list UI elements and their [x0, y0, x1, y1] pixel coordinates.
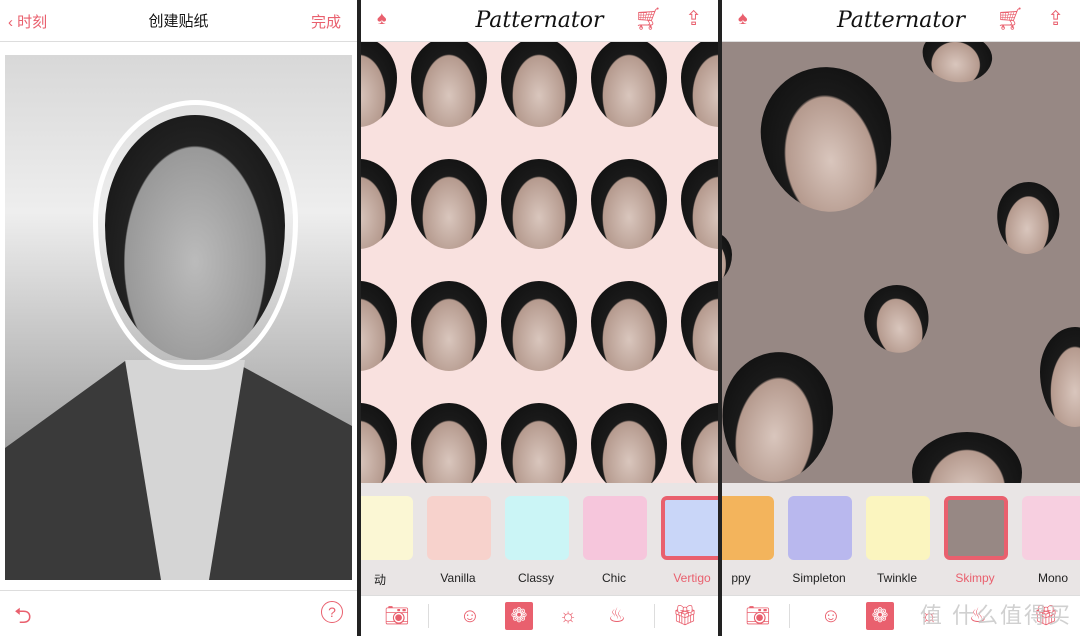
face-sticker [857, 277, 937, 361]
face-sticker [722, 344, 841, 483]
back-label: 时刻 [17, 14, 48, 31]
help-button[interactable]: ? [321, 601, 343, 623]
done-button[interactable]: 完成 [311, 11, 341, 32]
face-sticker [361, 403, 397, 483]
smiley-icon[interactable]: ☺ [817, 602, 845, 630]
pattern-swatch[interactable] [788, 496, 852, 560]
pattern-label[interactable]: Vertigo [647, 571, 718, 585]
share-icon[interactable]: ⇪ [685, 6, 702, 31]
divider [428, 604, 429, 628]
pattern-label[interactable]: Twinkle [852, 571, 942, 585]
app-logo: Patternator [475, 8, 604, 33]
toolbar: 📷︎ ☺ ❁ ☼ ♨ 🎁︎ 值 什么值得买 [722, 595, 1080, 636]
cart-icon[interactable]: 🛒︎ [996, 6, 1024, 32]
bottom-bar: ⮌ ? [0, 590, 357, 636]
pattern-swatch[interactable] [361, 496, 413, 560]
pattern-label[interactable]: Vanilla [413, 571, 503, 585]
face-sticker [1040, 327, 1080, 427]
pineapple-icon[interactable]: ♠ [738, 8, 748, 29]
face-sticker [993, 179, 1063, 257]
pattern-swatch[interactable] [505, 496, 569, 560]
pattern-swatch[interactable] [661, 496, 718, 560]
paint-bucket-icon[interactable]: ♨ [603, 602, 631, 630]
face-sticker [912, 432, 1022, 483]
face-sticker [681, 159, 718, 249]
face-sticker [411, 281, 487, 371]
back-button[interactable]: ‹ 时刻 [8, 11, 47, 32]
face-sticker [361, 159, 397, 249]
pattern-picker[interactable]: 动 Vanilla Classy Chic Vertigo [361, 483, 718, 595]
watermark: 值 什么值得买 [919, 603, 1072, 628]
app-logo: Patternator [836, 8, 966, 33]
face-sticker [411, 403, 487, 483]
divider [789, 604, 790, 628]
pattern-swatch[interactable] [1022, 496, 1080, 560]
brightness-icon[interactable]: ☼ [554, 602, 582, 630]
face-sticker [591, 42, 667, 127]
face-sticker [361, 281, 397, 371]
face-sticker [722, 232, 732, 282]
pineapple-icon[interactable]: ♠ [377, 8, 387, 29]
pattern-swatch[interactable] [722, 496, 774, 560]
pattern-swatch[interactable] [866, 496, 930, 560]
face-sticker [411, 42, 487, 127]
face-sticker [591, 403, 667, 483]
face-sticker [591, 159, 667, 249]
pattern-label[interactable]: Chic [569, 571, 659, 585]
sticker-editor-screen: ‹ 时刻 创建贴纸 完成 ⮌ ? [0, 0, 357, 636]
undo-icon[interactable]: ⮌ [14, 599, 32, 636]
divider [654, 604, 655, 628]
toolbar: 📷︎ ☺ ❁ ☼ ♨ 🎁︎ [361, 595, 718, 636]
share-icon[interactable]: ⇪ [1047, 6, 1064, 31]
pattern-label[interactable]: Mono [1008, 571, 1080, 585]
gift-icon[interactable]: 🎁︎ [671, 602, 699, 630]
app-header: ♠ Patternator 🛒︎ ⇪ [722, 0, 1080, 42]
nav-bar: ‹ 时刻 创建贴纸 完成 [0, 0, 357, 42]
flower-pattern-icon[interactable]: ❁ [866, 602, 894, 630]
face-sticker [750, 56, 904, 223]
pattern-swatch[interactable] [583, 496, 647, 560]
face-sticker [501, 281, 577, 371]
sticker-outline[interactable] [93, 100, 298, 370]
cart-icon[interactable]: 🛒︎ [634, 6, 662, 32]
flower-pattern-icon[interactable]: ❁ [505, 602, 533, 630]
photo-canvas[interactable] [5, 55, 352, 580]
pattern-preview [722, 42, 1080, 483]
pattern-label[interactable]: Classy [491, 571, 581, 585]
pattern-picker[interactable]: ppy Simpleton Twinkle Skimpy Mono [722, 483, 1080, 595]
face-sticker [361, 42, 397, 127]
face-sticker [501, 159, 577, 249]
camera-icon[interactable]: 📷︎ [744, 602, 772, 630]
face-sticker [501, 42, 577, 127]
face-sticker [681, 403, 718, 483]
pattern-screen-skimpy: ♠ Patternator 🛒︎ ⇪ ppy Simpleton Twinkle Sk… [722, 0, 1080, 636]
face-sticker [918, 42, 996, 88]
pattern-label[interactable]: Skimpy [930, 571, 1020, 585]
pattern-swatch[interactable] [944, 496, 1008, 560]
pattern-swatch[interactable] [427, 496, 491, 560]
face-sticker [681, 42, 718, 127]
page-title: 创建贴纸 [148, 13, 209, 30]
pattern-preview [361, 42, 718, 483]
pattern-label[interactable]: Simpleton [774, 571, 864, 585]
face-sticker [591, 281, 667, 371]
face-sticker [411, 159, 487, 249]
smiley-icon[interactable]: ☺ [456, 602, 484, 630]
camera-icon[interactable]: 📷︎ [383, 602, 411, 630]
face-sticker [681, 281, 718, 371]
app-header: ♠ Patternator 🛒︎ ⇪ [361, 0, 718, 42]
face-sticker [501, 403, 577, 483]
pattern-screen-vertigo: ♠ Patternator 🛒︎ ⇪ 动 Vanilla Classy Chic Ver… [361, 0, 718, 636]
